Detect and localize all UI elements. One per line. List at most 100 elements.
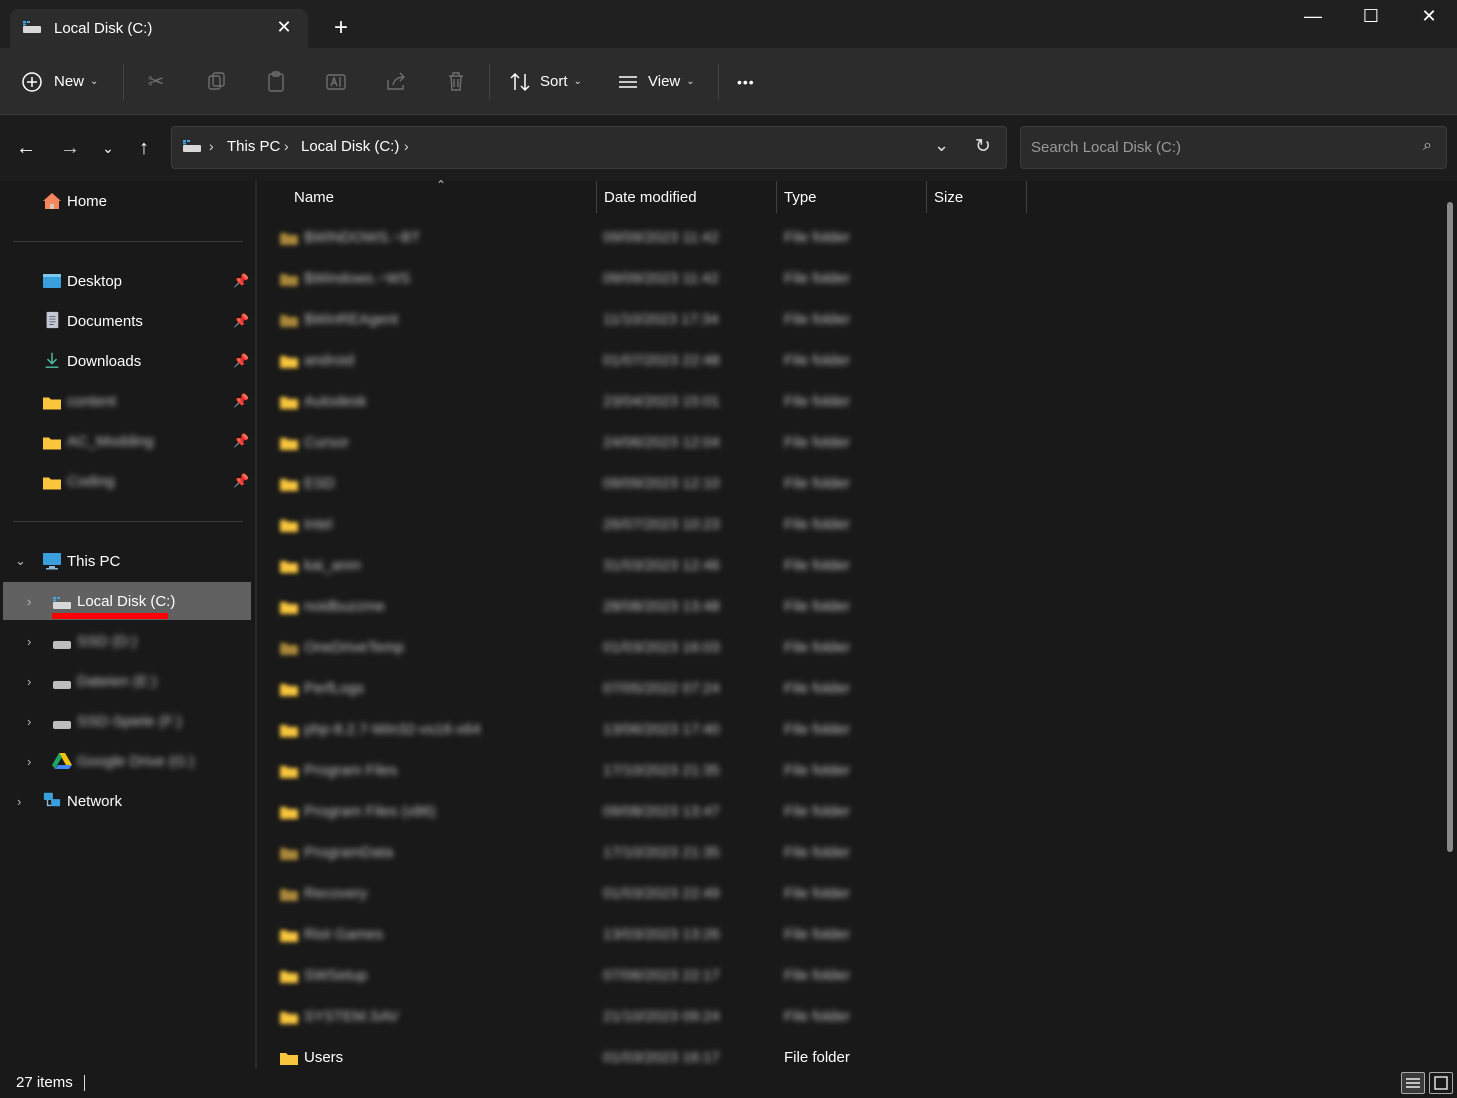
column-separator[interactable]: [596, 181, 597, 213]
large-icons-view-button[interactable]: [1429, 1072, 1453, 1094]
file-type: File folder: [784, 1008, 850, 1025]
sort-button[interactable]: Sort ⌄: [508, 48, 582, 115]
forward-icon[interactable]: →: [56, 135, 84, 163]
address-bar[interactable]: › This PC › Local Disk (C:) › ⌄ ↻: [171, 126, 1007, 169]
maximize-button[interactable]: ☐: [1342, 0, 1400, 34]
details-view-button[interactable]: [1401, 1072, 1425, 1094]
breadcrumb-separator-icon[interactable]: ›: [404, 138, 409, 154]
sidebar-item-desktop[interactable]: Desktop 📌: [0, 262, 251, 300]
sidebar-item-documents[interactable]: Documents 📌: [0, 302, 251, 340]
file-row[interactable]: Recovery 01/03/2023 22:49 File folder: [277, 874, 1037, 915]
tab-close-icon[interactable]: ✕: [274, 17, 294, 37]
file-row[interactable]: Intel 26/07/2023 10:23 File folder: [277, 505, 1037, 546]
pin-icon[interactable]: 📌: [233, 273, 249, 289]
cut-button[interactable]: ✂: [139, 48, 173, 115]
file-date: 01/07/2023 22:48: [603, 352, 720, 369]
pin-icon[interactable]: 📌: [233, 433, 249, 449]
column-separator[interactable]: [926, 181, 927, 213]
paste-button[interactable]: [259, 48, 293, 115]
file-row[interactable]: PerfLogs 07/05/2022 07:24 File folder: [277, 669, 1037, 710]
chevron-right-icon[interactable]: ›: [27, 754, 31, 769]
sidebar-item-google-drive-g[interactable]: › Google Drive (G:): [0, 742, 251, 780]
file-row[interactable]: $Windows.~WS 09/09/2023 11:42 File folder: [277, 259, 1037, 300]
breadcrumb-separator-icon[interactable]: ›: [284, 138, 289, 154]
file-name: ESD: [304, 475, 335, 492]
drive-icon: [53, 597, 71, 609]
new-tab-button[interactable]: +: [328, 16, 354, 42]
pin-icon[interactable]: 📌: [233, 313, 249, 329]
recent-locations-icon[interactable]: ⌄: [94, 135, 122, 163]
tab-local-disk[interactable]: Local Disk (C:) ✕: [10, 9, 308, 48]
sidebar-item-downloads[interactable]: Downloads 📌: [0, 342, 251, 380]
pin-icon[interactable]: 📌: [233, 473, 249, 489]
vertical-scrollbar[interactable]: [1447, 202, 1453, 852]
file-row[interactable]: SYSTEM.SAV 21/10/2023 09:24 File folder: [277, 997, 1037, 1038]
file-name: android: [304, 352, 355, 369]
address-history-chevron-icon[interactable]: ⌄: [934, 135, 949, 156]
file-type: File folder: [784, 311, 850, 328]
file-row[interactable]: OneDriveTemp 01/03/2023 16:03 File folder: [277, 628, 1037, 669]
chevron-right-icon[interactable]: ›: [27, 714, 31, 729]
file-row[interactable]: kai_anm 31/03/2023 12:46 File folder: [277, 546, 1037, 587]
copy-icon: [208, 71, 225, 90]
column-header-type[interactable]: Type: [784, 189, 817, 206]
file-row[interactable]: ESD 09/09/2023 12:10 File folder: [277, 464, 1037, 505]
sidebar-item-ssd-spiele-f[interactable]: › SSD-Spiele (F:): [0, 702, 251, 740]
file-name: Intel: [304, 516, 333, 533]
file-row[interactable]: Autodesk 23/04/2023 15:01 File folder: [277, 382, 1037, 423]
file-row[interactable]: $WINDOWS.~BT 09/09/2023 11:42 File folder: [277, 218, 1037, 259]
file-row[interactable]: Program Files 17/10/2023 21:35 File folder: [277, 751, 1037, 792]
chevron-right-icon[interactable]: ›: [27, 594, 31, 609]
column-header-date[interactable]: Date modified: [604, 189, 697, 206]
new-button[interactable]: New ⌄: [20, 48, 98, 115]
minimize-button[interactable]: —: [1284, 0, 1342, 34]
breadcrumb-local-disk[interactable]: Local Disk (C:): [301, 138, 399, 155]
file-row[interactable]: Riot Games 13/03/2023 13:26 File folder: [277, 915, 1037, 956]
sidebar-item-home[interactable]: Home: [0, 182, 251, 220]
chevron-down-icon[interactable]: ⌄: [15, 553, 26, 569]
view-button[interactable]: View ⌄: [616, 48, 695, 115]
file-row[interactable]: Cursor 24/06/2023 12:04 File folder: [277, 423, 1037, 464]
sidebar-item-dateien-e[interactable]: › Dateien (E:): [0, 662, 251, 700]
refresh-icon[interactable]: ↻: [975, 135, 991, 158]
breadcrumb-this-pc[interactable]: This PC: [227, 138, 280, 155]
rename-button[interactable]: [319, 48, 353, 115]
chevron-right-icon[interactable]: ›: [17, 794, 21, 809]
file-date: 07/06/2023 22:17: [603, 967, 720, 984]
breadcrumb-separator-icon[interactable]: ›: [209, 138, 214, 154]
share-button[interactable]: [379, 48, 413, 115]
file-name: Users: [304, 1049, 344, 1066]
file-type: File folder: [784, 475, 850, 492]
column-header-size[interactable]: Size: [934, 189, 963, 206]
more-options-button[interactable]: •••: [737, 48, 755, 115]
sidebar-item-ssd-d[interactable]: › SSD (D:): [0, 622, 251, 660]
sidebar-item-this-pc[interactable]: ⌄ This PC: [0, 542, 251, 580]
back-icon[interactable]: ←: [12, 135, 40, 163]
close-button[interactable]: ✕: [1400, 0, 1457, 34]
file-row[interactable]: $WinREAgent 11/10/2023 17:34 File folder: [277, 300, 1037, 341]
sidebar-item-ac-modding[interactable]: AC_Modding 📌: [0, 422, 251, 460]
sidebar-item-network[interactable]: › Network: [0, 782, 251, 820]
sidebar-item-coding[interactable]: Coding 📌: [0, 462, 251, 500]
column-header-name[interactable]: Name: [294, 189, 334, 206]
chevron-down-icon: ⌄: [573, 76, 582, 87]
chevron-right-icon[interactable]: ›: [27, 634, 31, 649]
file-row[interactable]: android 01/07/2023 22:48 File folder: [277, 341, 1037, 382]
file-row[interactable]: SWSetup 07/06/2023 22:17 File folder: [277, 956, 1037, 997]
file-row[interactable]: php-8.2.7-Win32-vs16-x64 13/06/2023 17:40…: [277, 710, 1037, 751]
search-box[interactable]: Search Local Disk (C:) ⌕: [1020, 126, 1447, 169]
drive-icon: [53, 641, 71, 649]
chevron-right-icon[interactable]: ›: [27, 674, 31, 689]
file-row[interactable]: Program Files (x86) 09/08/2023 13:47 File …: [277, 792, 1037, 833]
pin-icon[interactable]: 📌: [233, 393, 249, 409]
sidebar-item-content[interactable]: content 📌: [0, 382, 251, 420]
pin-icon[interactable]: 📌: [233, 353, 249, 369]
file-row[interactable]: noidbuzzme 28/08/2023 13:48 File folder: [277, 587, 1037, 628]
column-separator[interactable]: [1026, 181, 1027, 213]
column-separator[interactable]: [776, 181, 777, 213]
delete-button[interactable]: [439, 48, 473, 115]
up-icon[interactable]: ↑: [130, 135, 158, 163]
file-row[interactable]: ProgramData 17/10/2023 21:35 File folder: [277, 833, 1037, 874]
folder-icon: [280, 561, 298, 573]
copy-button[interactable]: [199, 48, 233, 115]
